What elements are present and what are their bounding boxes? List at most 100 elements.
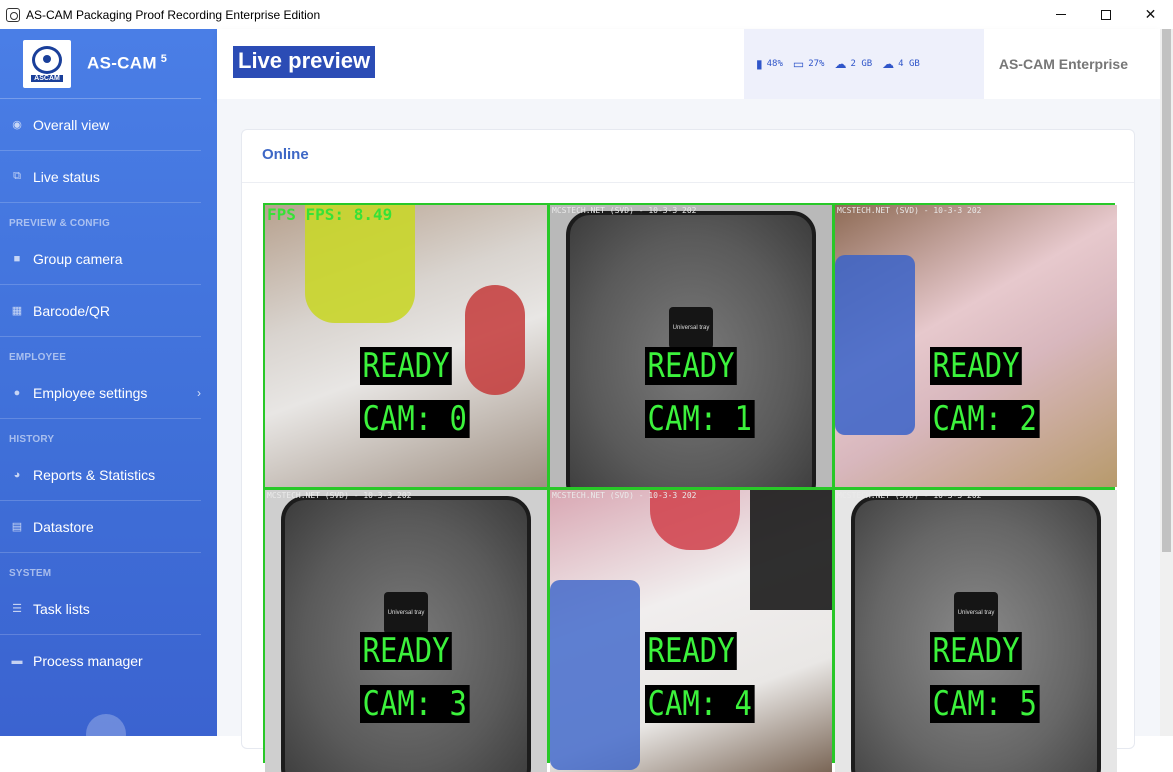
card-title: Online — [262, 146, 309, 163]
scrollbar-thumb[interactable] — [1162, 29, 1171, 552]
sidebar-item-group-camera[interactable]: ■ Group camera — [0, 233, 201, 285]
camera-timestamp: MCSTECH.NET (SVD) - 10-3-3 202 — [837, 206, 982, 215]
brand-version: 5 — [160, 53, 168, 66]
red-basket — [465, 285, 525, 395]
eye-icon: ◉ — [12, 119, 22, 131]
camera-status-label: READY — [645, 347, 738, 385]
brand[interactable]: ASCAM AS-CAM 5 — [0, 29, 201, 99]
sidebar-item-label: Group camera — [33, 250, 123, 267]
camera-number-label: CAM: 4 — [645, 685, 755, 723]
camera-tile-4[interactable]: MCSTECH.NET (SVD) - 10-3-3 202 READY CAM… — [550, 490, 832, 772]
page-title: Live preview — [233, 46, 376, 78]
sidebar-item-reports-statistics[interactable]: ◕ Reports & Statistics — [0, 449, 201, 501]
camera-timestamp: MCSTECH.NET (SVD) - 10-3-3 202 — [837, 491, 982, 500]
video-camera-icon: ■ — [13, 252, 21, 265]
sidebar-collapse-button[interactable] — [86, 714, 126, 736]
section-history: HISTORY — [9, 434, 55, 445]
minimize-button[interactable] — [1038, 0, 1083, 29]
cpu-chip-icon: ▮ — [756, 57, 763, 71]
main-content: Online FPS FPS: 8.49 READY CAM: 0 Univer… — [217, 99, 1160, 772]
camera-status-label: READY — [645, 632, 738, 670]
header: Live preview ▮ 48% ▭ 27% ☁ 2 GB ☁ 4 GB A… — [217, 29, 1160, 99]
camera-grid: FPS FPS: 8.49 READY CAM: 0 Universal tra… — [263, 203, 1117, 772]
ram-value: 27% — [808, 59, 825, 69]
camera-tile-0[interactable]: FPS FPS: 8.49 READY CAM: 0 — [265, 205, 547, 487]
ram-stat: ▭ 27% — [793, 57, 825, 71]
window-controls: ✕ — [1038, 0, 1173, 29]
window-titlebar: AS-CAM Packaging Proof Recording Enterpr… — [0, 0, 1173, 29]
sidebar-item-overall-view[interactable]: ◉ Overall view — [0, 99, 201, 151]
logo-text: ASCAM — [31, 74, 63, 82]
memory-icon: ▭ — [792, 57, 805, 71]
sidebar-item-process-manager[interactable]: ▬ Process manager — [0, 635, 201, 687]
sidebar-item-label: Datastore — [33, 518, 94, 535]
system-stats: ▮ 48% ▭ 27% ☁ 2 GB ☁ 4 GB — [744, 29, 984, 99]
sidebar-item-label: Live status — [33, 168, 100, 185]
cloud-download-icon: ☁ — [882, 57, 895, 71]
universal-tray-puck: Universal tray — [669, 306, 713, 349]
cpu-stat: ▮ 48% — [756, 57, 783, 71]
database-icon: ▤ — [11, 521, 23, 533]
sidebar-item-label: Reports & Statistics — [33, 466, 156, 483]
camera-tile-2[interactable]: MCSTECH.NET (SVD) - 10-3-3 202 READY CAM… — [835, 205, 1117, 487]
pie-chart-icon: ◕ — [13, 468, 21, 481]
camera-timestamp: MCSTECH.NET (SVD) - 10-3-3 202 — [267, 491, 412, 500]
qr-grid-icon: ▦ — [11, 305, 23, 317]
window-title: AS-CAM Packaging Proof Recording Enterpr… — [26, 7, 321, 22]
universal-tray-puck: Universal tray — [384, 591, 428, 634]
list-icon: ☰ — [12, 603, 22, 615]
camera-number-label: CAM: 1 — [645, 400, 755, 438]
sidebar-item-label: Task lists — [33, 600, 90, 617]
cloud-upload-icon: ☁ — [834, 57, 847, 71]
section-employee: EMPLOYEE — [9, 352, 67, 363]
upload-value: 2 GB — [850, 59, 873, 69]
blue-chair — [835, 255, 915, 435]
cpu-value: 48% — [766, 59, 783, 69]
sidebar-item-label: Process manager — [33, 653, 143, 669]
sidebar-item-label: Overall view — [33, 116, 110, 133]
sidebar-item-datastore[interactable]: ▤ Datastore — [0, 501, 201, 553]
camera-number-label: CAM: 2 — [930, 400, 1040, 438]
chevron-right-icon: › — [197, 385, 201, 400]
fps-overlay: FPS FPS: 8.49 — [267, 205, 393, 224]
camera-tile-1[interactable]: Universal tray MCSTECH.NET (SVD) - 10-3-… — [550, 205, 832, 487]
maximize-button[interactable] — [1083, 0, 1128, 29]
download-stat: ☁ 4 GB — [882, 57, 920, 71]
universal-tray-puck: Universal tray — [954, 591, 998, 634]
vertical-scrollbar[interactable] — [1160, 29, 1173, 736]
camera-timestamp: MCSTECH.NET (SVD) - 10-3-3 202 — [552, 491, 697, 500]
minimize-icon — [1055, 14, 1066, 15]
brand-name: AS-CAM 5 — [87, 53, 167, 74]
maximize-icon — [1100, 9, 1111, 20]
sidebar-item-label: Barcode/QR — [33, 302, 111, 319]
edition-label: AS-CAM Enterprise — [998, 56, 1128, 72]
camera-timestamp: MCSTECH.NET (SVD) - 10-3-3 202 — [552, 206, 697, 215]
section-system: SYSTEM — [9, 568, 52, 579]
camera-number-label: CAM: 3 — [360, 685, 470, 723]
app-icon — [6, 7, 20, 22]
sidebar-item-employee-settings[interactable]: ● Employee settings › — [0, 367, 201, 419]
camera-card: Online FPS FPS: 8.49 READY CAM: 0 Univer… — [241, 129, 1135, 772]
person-arm — [750, 490, 832, 610]
camera-status-label: READY — [930, 632, 1023, 670]
sidebar-item-task-lists[interactable]: ☰ Task lists — [0, 583, 201, 635]
network-icon: ⧉ — [13, 170, 21, 182]
sidebar: ASCAM AS-CAM 5 ◉ Overall view ⧉ Live stat… — [0, 29, 217, 736]
camera-status-label: READY — [930, 347, 1023, 385]
sidebar-item-label: Employee settings — [33, 384, 148, 401]
close-button[interactable]: ✕ — [1128, 0, 1173, 29]
users-icon: ● — [13, 386, 21, 399]
camera-number-label: CAM: 5 — [930, 685, 1040, 723]
camera-status-label: READY — [360, 347, 453, 385]
sidebar-item-barcode-qr[interactable]: ▦ Barcode/QR — [0, 285, 201, 337]
section-preview-config: PREVIEW & CONFIG — [9, 218, 110, 229]
camera-number-label: CAM: 0 — [360, 400, 470, 438]
sidebar-item-live-status[interactable]: ⧉ Live status — [0, 151, 201, 203]
download-value: 4 GB — [898, 59, 920, 69]
brand-logo: ASCAM — [23, 39, 71, 88]
camera-tile-5[interactable]: Universal tray MCSTECH.NET (SVD) - 10-3-… — [835, 490, 1117, 772]
window-icon: ▬ — [11, 655, 23, 667]
camera-tile-3[interactable]: Universal tray MCSTECH.NET (SVD) - 10-3-… — [265, 490, 547, 772]
upload-stat: ☁ 2 GB — [834, 57, 872, 71]
camera-status-label: READY — [360, 632, 453, 670]
